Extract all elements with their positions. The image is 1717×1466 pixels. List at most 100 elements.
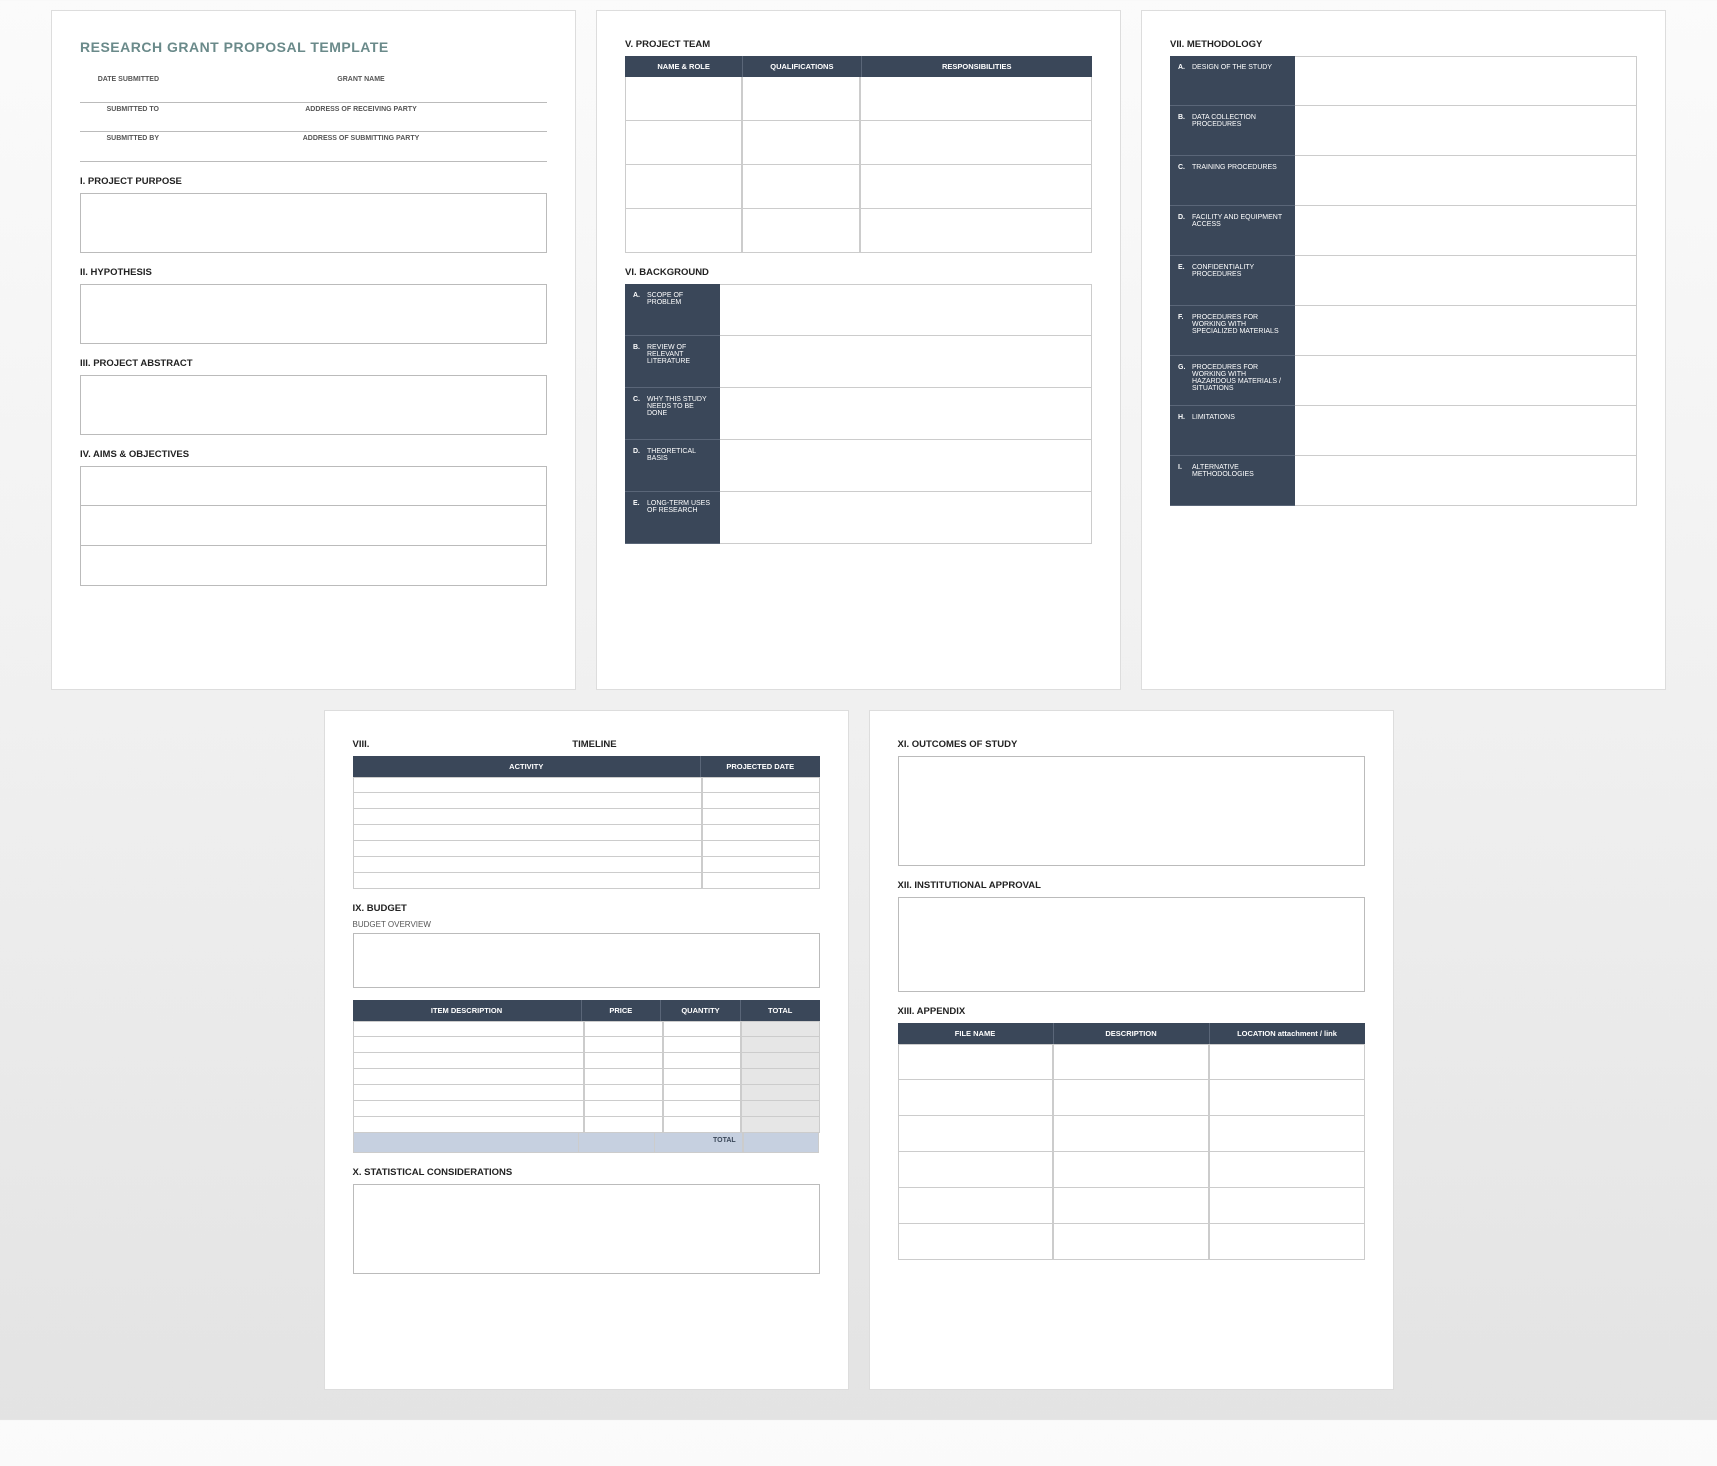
aims-box-1[interactable] bbox=[80, 466, 547, 506]
aims-box-2[interactable] bbox=[80, 506, 547, 546]
section-hypothesis: II. HYPOTHESIS bbox=[80, 267, 547, 278]
budget-row[interactable] bbox=[353, 1085, 820, 1101]
methodology-field[interactable] bbox=[1295, 256, 1637, 306]
team-row[interactable] bbox=[625, 165, 1092, 209]
section-abstract: III. PROJECT ABSTRACT bbox=[80, 358, 547, 369]
meta-by-addr-label: ADDRESS OF SUBMITTING PARTY bbox=[175, 132, 547, 146]
methodology-field[interactable] bbox=[1295, 56, 1637, 106]
background-row: C.WHY THIS STUDY NEEDS TO BE DONE bbox=[625, 388, 1092, 440]
appendix-row[interactable] bbox=[898, 1116, 1365, 1152]
background-label: C.WHY THIS STUDY NEEDS TO BE DONE bbox=[625, 388, 720, 440]
meta-to-label: SUBMITTED TO bbox=[80, 102, 165, 116]
background-field[interactable] bbox=[720, 336, 1092, 388]
page-4: VIII. TIMELINE ACTIVITY PROJECTED DATE I… bbox=[324, 710, 849, 1390]
budget-total-label: TOTAL bbox=[654, 1133, 743, 1153]
appendix-row[interactable] bbox=[898, 1152, 1365, 1188]
methodology-label: A.DESIGN OF THE STUDY bbox=[1170, 56, 1295, 106]
team-row[interactable] bbox=[625, 121, 1092, 165]
appendix-row[interactable] bbox=[898, 1224, 1365, 1260]
page-2: V. PROJECT TEAM NAME & ROLE QUALIFICATIO… bbox=[596, 10, 1121, 690]
methodology-field[interactable] bbox=[1295, 406, 1637, 456]
background-label: A.SCOPE OF PROBLEM bbox=[625, 284, 720, 336]
background-row: A.SCOPE OF PROBLEM bbox=[625, 284, 1092, 336]
section-statistical: X. STATISTICAL CONSIDERATIONS bbox=[353, 1167, 820, 1178]
appendix-row[interactable] bbox=[898, 1080, 1365, 1116]
timeline-row[interactable] bbox=[353, 873, 820, 889]
statistical-box[interactable] bbox=[353, 1184, 820, 1274]
budget-overview-box[interactable] bbox=[353, 933, 820, 988]
meta-to-addr-label: ADDRESS OF RECEIVING PARTY bbox=[175, 102, 547, 116]
th-description: DESCRIPTION bbox=[1054, 1023, 1210, 1044]
th-activity: ACTIVITY bbox=[353, 756, 702, 777]
timeline-row[interactable] bbox=[353, 841, 820, 857]
background-label: B.REVIEW OF RELEVANT LITERATURE bbox=[625, 336, 720, 388]
timeline-row[interactable] bbox=[353, 857, 820, 873]
background-label: E.LONG-TERM USES OF RESEARCH bbox=[625, 492, 720, 544]
meta-table: DATE SUBMITTED GRANT NAME SUBMITTED TO A… bbox=[80, 73, 547, 162]
methodology-table: A.DESIGN OF THE STUDYB.DATA COLLECTION P… bbox=[1170, 56, 1637, 506]
meta-hdr-date: DATE SUBMITTED bbox=[80, 73, 165, 86]
budget-row[interactable] bbox=[353, 1101, 820, 1117]
methodology-field[interactable] bbox=[1295, 456, 1637, 506]
methodology-label: E.CONFIDENTIALITY PROCEDURES bbox=[1170, 256, 1295, 306]
th-location: LOCATION attachment / link bbox=[1210, 1023, 1365, 1044]
background-field[interactable] bbox=[720, 284, 1092, 336]
aims-box-3[interactable] bbox=[80, 546, 547, 586]
methodology-field[interactable] bbox=[1295, 106, 1637, 156]
budget-header: ITEM DESCRIPTION PRICE QUANTITY TOTAL bbox=[353, 1000, 820, 1021]
page-3: VII. METHODOLOGY A.DESIGN OF THE STUDYB.… bbox=[1141, 10, 1666, 690]
th-location-text: LOCATION attachment / link bbox=[1237, 1029, 1337, 1038]
methodology-field[interactable] bbox=[1295, 156, 1637, 206]
budget-body bbox=[353, 1021, 820, 1133]
budget-row[interactable] bbox=[353, 1021, 820, 1037]
section-timeline-num: VIII. bbox=[353, 739, 370, 750]
budget-overview-label: BUDGET OVERVIEW bbox=[353, 920, 820, 929]
background-label: D.THEORETICAL BASIS bbox=[625, 440, 720, 492]
section-timeline: VIII. TIMELINE bbox=[353, 739, 820, 750]
purpose-box[interactable] bbox=[80, 193, 547, 253]
methodology-row: H.LIMITATIONS bbox=[1170, 406, 1637, 456]
appendix-body bbox=[898, 1044, 1365, 1260]
section-approval: XII. INSTITUTIONAL APPROVAL bbox=[898, 880, 1365, 891]
background-field[interactable] bbox=[720, 492, 1092, 544]
section-background: VI. BACKGROUND bbox=[625, 267, 1092, 278]
methodology-row: E.CONFIDENTIALITY PROCEDURES bbox=[1170, 256, 1637, 306]
methodology-field[interactable] bbox=[1295, 356, 1637, 406]
methodology-label: G.PROCEDURES FOR WORKING WITH HAZARDOUS … bbox=[1170, 356, 1295, 406]
background-field[interactable] bbox=[720, 440, 1092, 492]
background-field[interactable] bbox=[720, 388, 1092, 440]
outcomes-box[interactable] bbox=[898, 756, 1365, 866]
budget-row[interactable] bbox=[353, 1037, 820, 1053]
th-quantity: QUANTITY bbox=[661, 1000, 741, 1021]
appendix-row[interactable] bbox=[898, 1044, 1365, 1080]
methodology-row: I.ALTERNATIVE METHODOLOGIES bbox=[1170, 456, 1637, 506]
team-table-body bbox=[625, 77, 1092, 253]
methodology-field[interactable] bbox=[1295, 206, 1637, 256]
methodology-row: G.PROCEDURES FOR WORKING WITH HAZARDOUS … bbox=[1170, 356, 1637, 406]
timeline-row[interactable] bbox=[353, 825, 820, 841]
team-row[interactable] bbox=[625, 77, 1092, 121]
budget-row[interactable] bbox=[353, 1053, 820, 1069]
section-budget: IX. BUDGET bbox=[353, 903, 820, 914]
budget-row[interactable] bbox=[353, 1069, 820, 1085]
background-row: E.LONG-TERM USES OF RESEARCH bbox=[625, 492, 1092, 544]
hypothesis-box[interactable] bbox=[80, 284, 547, 344]
methodology-label: H.LIMITATIONS bbox=[1170, 406, 1295, 456]
timeline-row[interactable] bbox=[353, 777, 820, 793]
methodology-label: D.FACILITY AND EQUIPMENT ACCESS bbox=[1170, 206, 1295, 256]
team-row[interactable] bbox=[625, 209, 1092, 253]
approval-box[interactable] bbox=[898, 897, 1365, 992]
appendix-row[interactable] bbox=[898, 1188, 1365, 1224]
th-price: PRICE bbox=[582, 1000, 662, 1021]
methodology-field[interactable] bbox=[1295, 306, 1637, 356]
template-title: RESEARCH GRANT PROPOSAL TEMPLATE bbox=[80, 39, 547, 55]
th-total: TOTAL bbox=[741, 1000, 820, 1021]
timeline-row[interactable] bbox=[353, 793, 820, 809]
budget-row[interactable] bbox=[353, 1117, 820, 1133]
meta-by-label: SUBMITTED BY bbox=[80, 132, 165, 146]
timeline-row[interactable] bbox=[353, 809, 820, 825]
methodology-row: B.DATA COLLECTION PROCEDURES bbox=[1170, 106, 1637, 156]
methodology-row: C.TRAINING PROCEDURES bbox=[1170, 156, 1637, 206]
abstract-box[interactable] bbox=[80, 375, 547, 435]
th-filename: FILE NAME bbox=[898, 1023, 1054, 1044]
